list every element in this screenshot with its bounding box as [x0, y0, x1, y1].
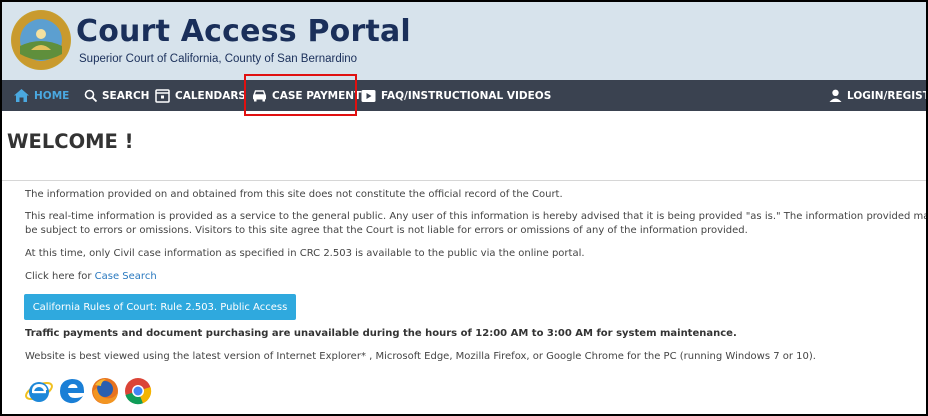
search-icon: [84, 89, 97, 102]
nav-search[interactable]: SEARCH: [84, 80, 149, 111]
official-record-notice: The information provided on and obtained…: [25, 189, 563, 200]
site-title: Court Access Portal: [76, 14, 411, 49]
case-search-link[interactable]: Case Search: [95, 271, 157, 282]
nav-calendars[interactable]: CALENDARS: [155, 80, 246, 111]
rule-2503-button[interactable]: California Rules of Court: Rule 2.503. P…: [24, 294, 296, 320]
nav-login[interactable]: LOGIN/REGISTER: [829, 80, 926, 111]
divider: [2, 180, 926, 181]
maintenance-notice: Traffic payments and document purchasing…: [25, 328, 737, 339]
site-subtitle: Superior Court of California, County of …: [79, 53, 358, 65]
civil-case-notice: At this time, only Civil case informatio…: [25, 248, 585, 259]
court-seal-icon[interactable]: [11, 10, 71, 70]
case-search-prompt: Click here for Case Search: [25, 270, 157, 284]
video-icon: [361, 89, 376, 102]
browser-icons: [24, 376, 153, 406]
user-icon: [829, 89, 842, 102]
home-icon: [14, 89, 29, 102]
nav-login-label: LOGIN/REGISTER: [847, 89, 926, 102]
nav-search-label: SEARCH: [102, 89, 150, 102]
internet-explorer-icon[interactable]: [24, 376, 54, 406]
browser-note: Website is best viewed using the latest …: [25, 351, 816, 362]
edge-icon[interactable]: [57, 376, 87, 406]
calendar-icon: [155, 89, 170, 103]
disclaimer-line-2: be subject to errors or omissions. Visit…: [25, 225, 748, 236]
disclaimer-line-1: This real-time information is provided a…: [25, 211, 928, 222]
nav-faq[interactable]: FAQ/INSTRUCTIONAL VIDEOS: [361, 80, 551, 111]
firefox-icon[interactable]: [90, 376, 120, 406]
nav-calendars-label: CALENDARS: [175, 89, 246, 102]
nav-home[interactable]: HOME: [14, 80, 69, 111]
nav-home-label: HOME: [34, 89, 70, 102]
nav-faq-label: FAQ/INSTRUCTIONAL VIDEOS: [381, 89, 552, 102]
main-navbar: HOME SEARCH CALENDARS CASE PAYMENT FAQ/I…: [2, 80, 926, 111]
page-frame: Court Access Portal Superior Court of Ca…: [0, 0, 928, 416]
site-header: Court Access Portal Superior Court of Ca…: [2, 2, 926, 80]
case-payment-highlight-box: [244, 74, 357, 116]
case-search-prefix: Click here for: [25, 271, 95, 282]
chrome-icon[interactable]: [123, 376, 153, 406]
welcome-heading: WELCOME !: [7, 130, 134, 153]
